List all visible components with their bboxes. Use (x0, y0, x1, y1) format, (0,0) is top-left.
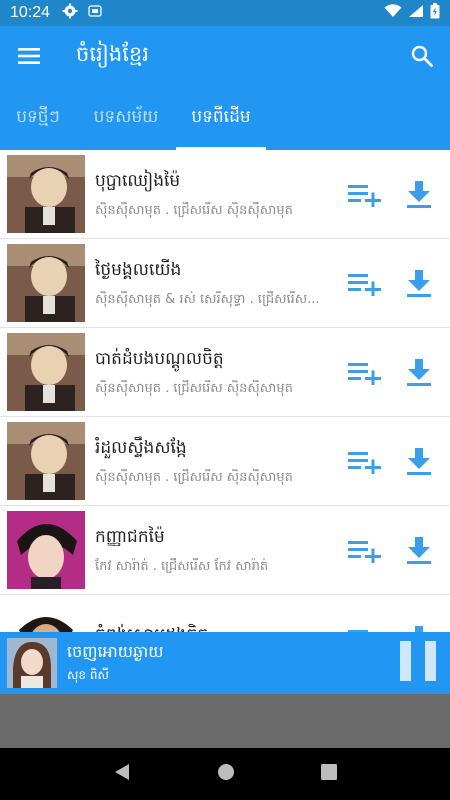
status-bar: 10:24 (0, 0, 450, 26)
song-title: កំពង់សោមដួងចិត្ត (95, 622, 340, 632)
recents-icon[interactable] (321, 764, 337, 784)
app-bar: ចំរៀងខ្មែរ (0, 26, 450, 86)
song-row[interactable]: បុប្ផាឈៀងម៉ៃ ស៊ិនស៊ីសាមុត . ជ្រើសរើស ស៊ិ… (0, 150, 450, 239)
song-thumbnail (7, 155, 85, 233)
search-icon[interactable] (394, 26, 450, 86)
pause-bar-right (425, 641, 436, 681)
home-icon[interactable] (217, 763, 235, 785)
song-title: រំដួលស្ទឹងសង្កែ (95, 437, 187, 458)
song-thumbnail (7, 244, 85, 322)
playlist-add-icon[interactable] (348, 445, 382, 479)
download-icon[interactable] (402, 623, 436, 632)
sim-icon (88, 4, 102, 22)
playlist-add-icon[interactable] (348, 356, 382, 390)
system-nav-bar (0, 748, 450, 800)
song-title: ថ្ងៃមង្គលយើង (95, 259, 182, 280)
pause-bar-left (400, 641, 411, 681)
playlist-add-icon[interactable] (348, 267, 382, 301)
download-icon[interactable] (402, 178, 436, 212)
tab-modern-songs[interactable]: បទសម័យ (76, 86, 176, 150)
app-title: ចំរៀងខ្មែរ (76, 41, 149, 66)
song-thumbnail (7, 600, 85, 632)
signal-icon (408, 4, 424, 22)
song-row[interactable]: បាត់ដំបងបណ្តូលចិត្ត ស៊ិនស៊ីសាមុត . ជ្រើស… (0, 328, 450, 417)
song-subtitle: ស៊ិនស៊ីសាមុត . ជ្រើសរើស ស៊ិនស៊ីសាមុត (95, 469, 293, 485)
download-icon[interactable] (402, 445, 436, 479)
battery-icon (430, 3, 440, 23)
song-row[interactable]: ថ្ងៃមង្គលយើង ស៊ិនស៊ីសាមុត & រស់ សេរីសុទ្… (0, 239, 450, 328)
player-song-title: ចេញអោយឆ្ងាយ (67, 642, 164, 661)
app-root: 10:24 ចំរៀងខ្មែរ បទថ្មីៗ បទសម័យ បទពីដើម … (0, 0, 450, 800)
tab-classic-songs[interactable]: បទពីដើម (176, 86, 266, 150)
song-subtitle: កែវ សារ៉ាត់ . ជ្រើសរើស កែវ សារ៉ាត់ (95, 558, 269, 574)
song-row[interactable]: កំពង់សោមដួងចិត្ត (0, 595, 450, 632)
song-subtitle: ស៊ិនស៊ីសាមុត . ជ្រើសរើស ស៊ិនស៊ីសាមុត (95, 202, 293, 218)
back-icon[interactable] (113, 763, 131, 785)
playlist-add-icon[interactable] (348, 623, 382, 632)
status-time: 10:24 (10, 4, 51, 21)
download-icon[interactable] (402, 356, 436, 390)
pause-icon[interactable] (400, 641, 436, 685)
song-row[interactable]: រំដួលស្ទឹងសង្កែ ស៊ិនស៊ីសាមុត . ជ្រើសរើស … (0, 417, 450, 506)
song-subtitle: ស៊ិនស៊ីសាមុត & រស់ សេរីសុទ្ធា . ជ្រើសរើស… (95, 291, 320, 307)
player-album-art (7, 638, 57, 688)
wifi-icon (384, 4, 402, 22)
song-thumbnail (7, 422, 85, 500)
download-icon[interactable] (402, 534, 436, 568)
player-artist: សុខ ពិសី (67, 668, 109, 682)
song-list: បុប្ផាឈៀងម៉ៃ ស៊ិនស៊ីសាមុត . ជ្រើសរើស ស៊ិ… (0, 150, 450, 632)
ad-area (0, 694, 450, 748)
gear-icon (62, 3, 78, 23)
playlist-add-icon[interactable] (348, 534, 382, 568)
song-title: កញ្ញាជកម៉ៃ (95, 526, 165, 547)
song-title: បាត់ដំបងបណ្តូលចិត្ត (95, 348, 224, 369)
song-title: បុប្ផាឈៀងម៉ៃ (95, 170, 181, 191)
song-subtitle: ស៊ិនស៊ីសាមុត . ជ្រើសរើស ស៊ិនស៊ីសាមុត (95, 380, 293, 396)
tab-new-songs[interactable]: បទថ្មីៗ (0, 86, 76, 150)
song-thumbnail (7, 511, 85, 589)
playlist-add-icon[interactable] (348, 178, 382, 212)
mini-player[interactable]: ចេញអោយឆ្ងាយ សុខ ពិសី (0, 632, 450, 694)
song-row[interactable]: កញ្ញាជកម៉ៃ កែវ សារ៉ាត់ . ជ្រើសរើស កែវ សា… (0, 506, 450, 595)
tab-bar: បទថ្មីៗ បទសម័យ បទពីដើម (0, 86, 450, 150)
hamburger-menu-icon[interactable] (0, 26, 60, 86)
download-icon[interactable] (402, 267, 436, 301)
song-thumbnail (7, 333, 85, 411)
